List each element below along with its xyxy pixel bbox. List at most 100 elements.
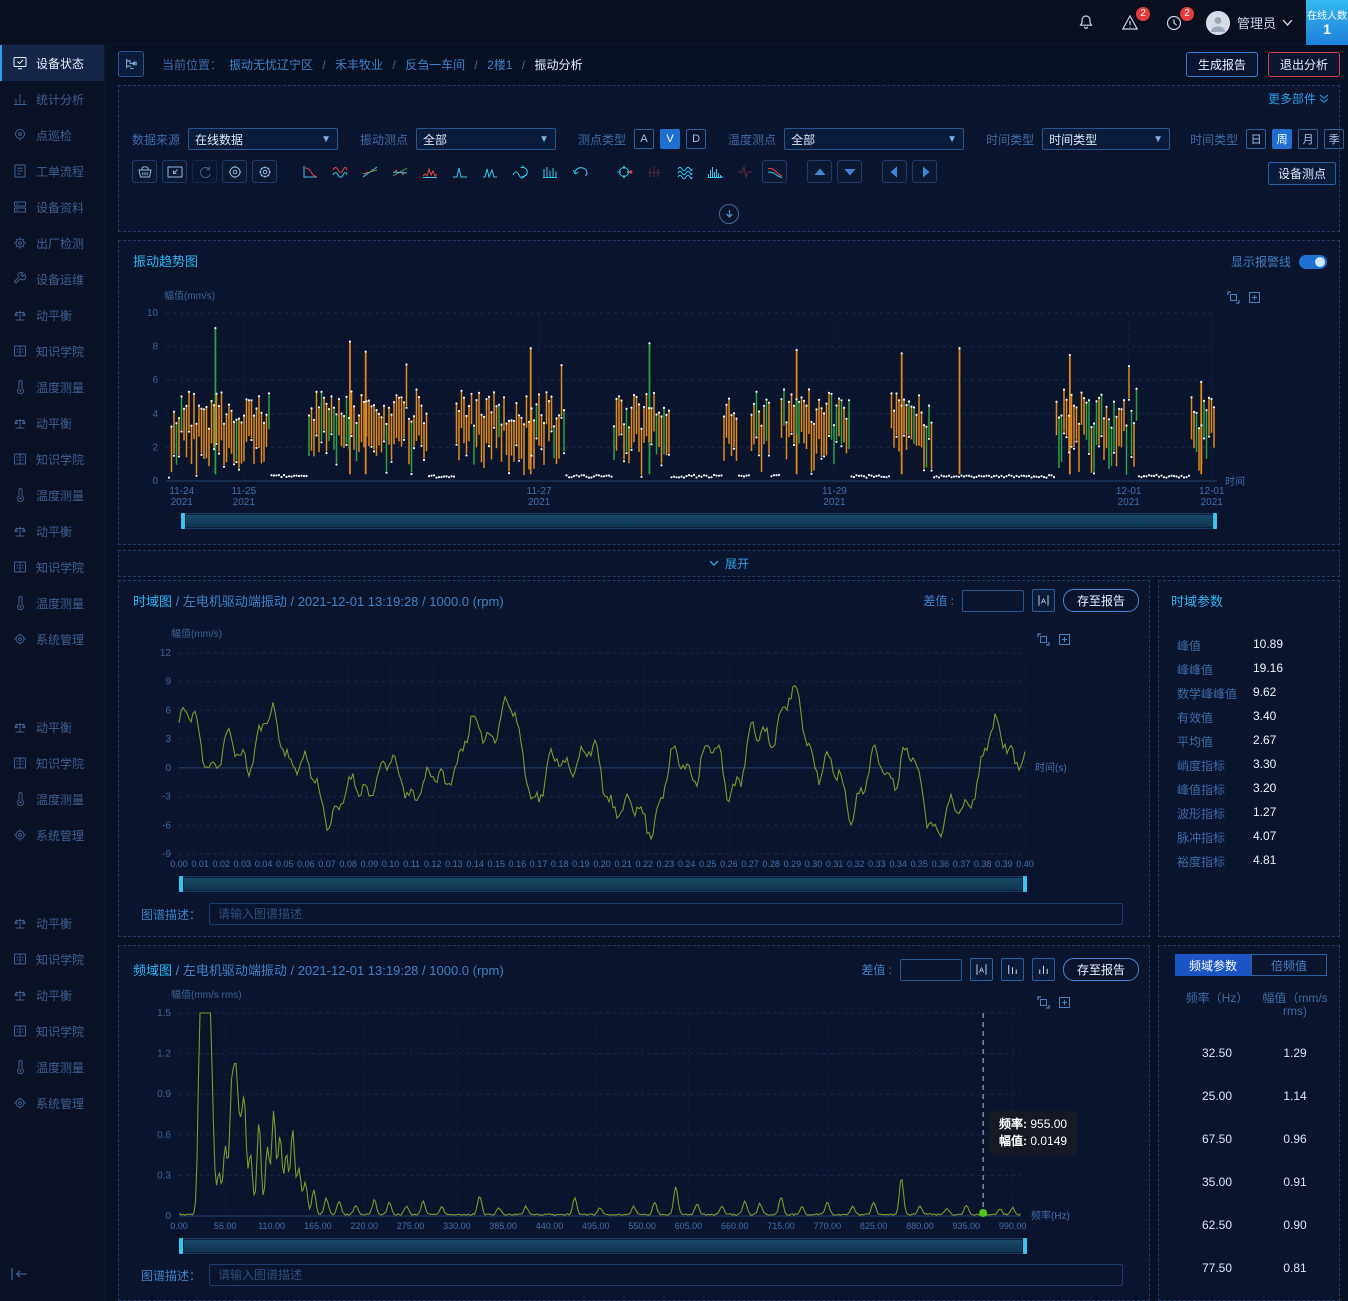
sidebar-item-知识学院[interactable]: 知识学院 [0,941,104,977]
peak1-tool-icon[interactable] [447,160,472,183]
tab-频域参数[interactable]: 频域参数 [1175,954,1251,976]
sidebar-item-动平衡[interactable]: 动平衡 [0,977,104,1013]
alarm-line-toggle[interactable] [1299,255,1327,269]
sidebar-item-系统管理[interactable]: 系统管理 [0,817,104,853]
sidebar-item-设备资料[interactable]: 设备资料 [0,189,104,225]
redpeaks-tool-icon[interactable] [417,160,442,183]
sidebar-item-动平衡[interactable]: 动平衡 [0,513,104,549]
bell-icon[interactable] [1074,11,1098,35]
source-select[interactable]: 在线数据▼ [188,128,338,150]
brush-handle-right[interactable] [1023,1238,1027,1254]
sidebar-collapse-icon[interactable] [10,1266,28,1287]
breadcrumb-item[interactable]: 反刍一车间 [405,58,465,72]
sidebar-item-系统管理[interactable]: 系统管理 [0,1085,104,1121]
brush-handle-left[interactable] [179,1238,183,1254]
point-type-D[interactable]: D [686,129,706,149]
sidebar-item-温度测量[interactable]: 温度测量 [0,369,104,405]
breadcrumb-item[interactable]: 振动无忧辽宁区 [229,58,313,72]
envelope-tool-icon[interactable] [297,160,322,183]
period-月[interactable]: 月 [1298,129,1318,149]
sidebar-item-动平衡[interactable]: 动平衡 [0,405,104,441]
sidebar-item-统计分析[interactable]: 统计分析 [0,81,104,117]
time-domain-chart[interactable]: 幅值(mm/s)129630-3-6-90.000.010.020.030.04… [119,581,1151,873]
pulsetrain-tool-icon[interactable] [537,160,562,183]
temp-point-select[interactable]: 全部▼ [784,128,964,150]
period-季[interactable]: 季 [1324,129,1344,149]
point-type-V[interactable]: V [660,129,680,149]
device-points-button[interactable]: 设备测点 [1268,162,1336,185]
scatter1-tool-icon[interactable] [357,160,382,183]
scatter2-tool-icon[interactable] [387,160,412,183]
trend-brush[interactable] [181,513,1217,529]
dualwave-tool-icon[interactable] [327,160,352,183]
undo-tool-icon[interactable] [567,160,592,183]
navleft-tool-icon[interactable] [882,160,907,183]
triplepulse-tool-icon[interactable] [642,160,667,183]
breadcrumb-item[interactable]: 禾丰牧业 [335,58,383,72]
save-view-icon[interactable] [1227,291,1240,309]
time-domain-brush[interactable] [179,876,1027,892]
sidebar-item-知识学院[interactable]: 知识学院 [0,549,104,585]
freq-domain-chart[interactable]: 幅值(mm/s rms)00.30.60.91.21.50.0055.00110… [119,946,1151,1235]
more-widgets-link[interactable]: 更多部件 [1268,90,1329,107]
sidebar-item-动平衡[interactable]: 动平衡 [0,905,104,941]
time-desc-input[interactable] [209,903,1123,925]
exit-analysis-button[interactable]: 退出分析 [1268,52,1340,77]
sidebar-item-设备运维[interactable]: 设备运维 [0,261,104,297]
sidebar-item-动平衡[interactable]: 动平衡 [0,709,104,745]
period-日[interactable]: 日 [1246,129,1266,149]
navright-tool-icon[interactable] [912,160,937,183]
sidebar-item-点巡检[interactable]: 点巡检 [0,117,104,153]
basket-tool-icon[interactable] [132,160,157,183]
period-周[interactable]: 周 [1272,129,1292,149]
expand-bar[interactable]: 展开 [118,550,1340,577]
sidebar-item-设备状态[interactable]: 设备状态 [0,45,104,81]
navdown-tool-icon[interactable] [837,160,862,183]
sidebar-item-知识学院[interactable]: 知识学院 [0,745,104,781]
device-tree-icon[interactable] [118,51,144,77]
sidebar-item-知识学院[interactable]: 知识学院 [0,441,104,477]
sidebar-item-系统管理[interactable]: 系统管理 [0,621,104,657]
sidebar-item-动平衡[interactable]: 动平衡 [0,297,104,333]
breadcrumb-item[interactable]: 2楼1 [487,58,512,72]
freq-domain-brush[interactable] [179,1238,1027,1254]
waverot-tool-icon[interactable] [507,160,532,183]
brush-handle-right[interactable] [1023,876,1027,892]
target-tool-icon[interactable] [612,160,637,183]
warning-icon[interactable]: 2 [1118,11,1142,35]
clock-icon[interactable]: 2 [1162,11,1186,35]
specbars-tool-icon[interactable] [702,160,727,183]
brush-handle-left[interactable] [181,513,185,529]
generate-report-button[interactable]: 生成报告 [1186,52,1258,77]
brush-handle-left[interactable] [179,876,183,892]
vib-point-select[interactable]: 全部▼ [416,128,556,150]
sidebar-item-知识学院[interactable]: 知识学院 [0,1013,104,1049]
sidebar-item-label: 设备资料 [36,199,84,216]
sidebar-item-出厂检测[interactable]: 出厂检测 [0,225,104,261]
trend-chart[interactable]: 幅值(mm/s)024681011-24202111-25202111-2720… [119,241,1341,509]
sidebar-item-工单流程[interactable]: 工单流程 [0,153,104,189]
navup-tool-icon[interactable] [807,160,832,183]
pulsedim-tool-icon[interactable] [732,160,757,183]
time-type-select[interactable]: 时间类型▼ [1042,128,1170,150]
online-count-badge[interactable]: 在线人数 1 [1306,0,1348,45]
sidebar-item-温度测量[interactable]: 温度测量 [0,585,104,621]
sidebar-item-知识学院[interactable]: 知识学院 [0,333,104,369]
sidebar-item-温度测量[interactable]: 温度测量 [0,1049,104,1085]
point-type-A[interactable]: A [634,129,654,149]
collapse-circle-icon[interactable] [719,204,739,224]
gear-tool-icon[interactable] [252,160,277,183]
freq-desc-input[interactable] [209,1264,1123,1286]
sidebar-item-温度测量[interactable]: 温度测量 [0,477,104,513]
reset-view-icon[interactable] [1248,291,1261,309]
waterfall-tool-icon[interactable] [672,160,697,183]
sidebar-item-温度测量[interactable]: 温度测量 [0,781,104,817]
peak2-tool-icon[interactable] [477,160,502,183]
tab-倍频值[interactable]: 倍频值 [1251,954,1327,976]
gearbadge-tool-icon[interactable] [222,160,247,183]
rotate-tool-icon[interactable] [192,160,217,183]
trendlines-tool-icon[interactable] [762,160,787,183]
fit-tool-icon[interactable] [162,160,187,183]
brush-handle-right[interactable] [1213,513,1217,529]
user-menu[interactable]: 管理员 [1206,11,1292,35]
